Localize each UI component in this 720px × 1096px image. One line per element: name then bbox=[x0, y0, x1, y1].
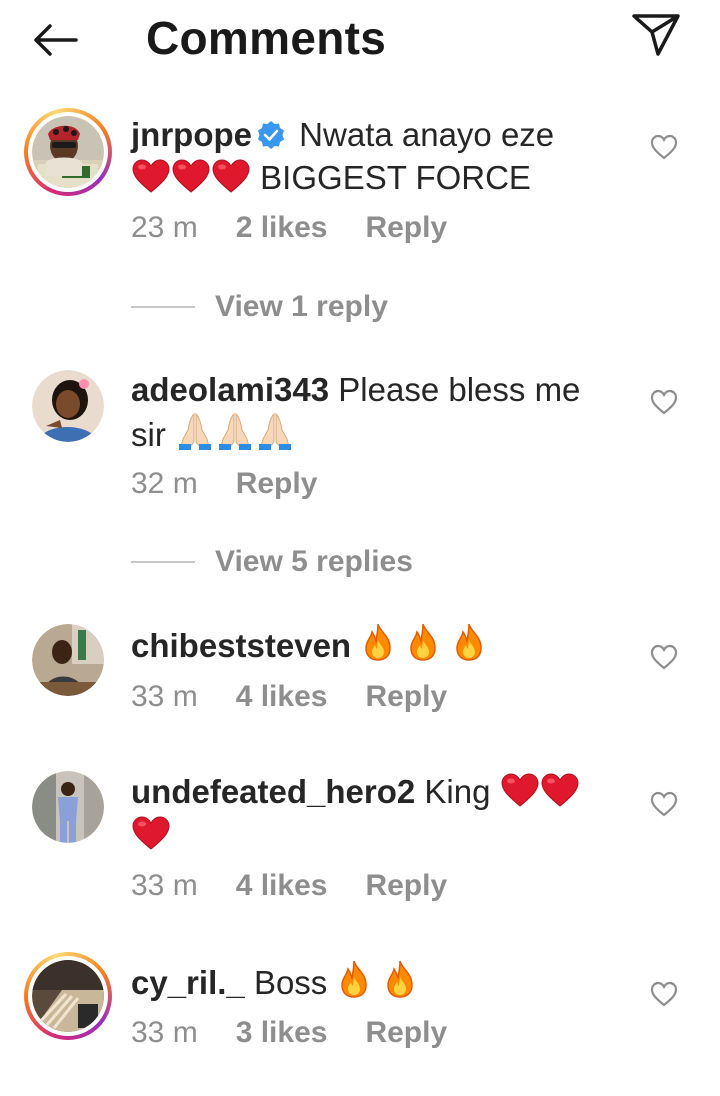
avatar-button[interactable] bbox=[32, 370, 104, 442]
comment-message: Please bless me bbox=[338, 371, 581, 408]
view-replies-label: View 1 reply bbox=[215, 290, 388, 323]
avatar-story-ring[interactable] bbox=[24, 952, 112, 1040]
back-button[interactable] bbox=[28, 18, 84, 62]
comment-username[interactable]: cy_ril._ bbox=[131, 964, 245, 1001]
red-heart-emoji bbox=[540, 772, 580, 808]
reply-button[interactable]: Reply bbox=[365, 869, 447, 902]
comment-time: 33 m bbox=[131, 1016, 198, 1049]
reply-button[interactable]: Reply bbox=[365, 211, 447, 244]
comment-username[interactable]: adeolami343 bbox=[131, 371, 329, 408]
verified-badge-icon bbox=[258, 121, 284, 149]
red-heart-emoji bbox=[131, 815, 171, 851]
paper-plane-icon bbox=[632, 14, 680, 56]
folded-hands-emoji bbox=[215, 411, 255, 451]
comment-time: 23 m bbox=[131, 211, 198, 244]
fire-emoji bbox=[360, 622, 396, 662]
fire-emoji bbox=[336, 959, 372, 999]
avatar bbox=[32, 960, 104, 1032]
avatar-button[interactable] bbox=[32, 624, 104, 696]
folded-hands-emoji bbox=[255, 411, 295, 451]
comment-username[interactable]: chibeststeven bbox=[131, 627, 351, 664]
folded-hands-emoji bbox=[175, 411, 215, 451]
like-heart-icon[interactable] bbox=[650, 981, 678, 1007]
divider bbox=[131, 561, 195, 563]
avatar bbox=[32, 116, 104, 188]
red-heart-emoji bbox=[500, 772, 540, 808]
comment-time: 33 m bbox=[131, 869, 198, 902]
comment-text: adeolami343 Please bless me sir bbox=[131, 368, 621, 456]
comment-message: Boss bbox=[253, 964, 328, 1001]
fire-emoji bbox=[405, 622, 441, 662]
avatar bbox=[32, 370, 104, 442]
view-replies-button[interactable]: View 1 reply bbox=[131, 287, 388, 327]
page-title: Comments bbox=[146, 12, 387, 64]
like-heart-icon[interactable] bbox=[650, 134, 678, 160]
header-bar: Comments bbox=[0, 0, 720, 80]
divider bbox=[131, 306, 195, 308]
comment-likes[interactable]: 2 likes bbox=[236, 211, 328, 244]
like-heart-icon[interactable] bbox=[650, 644, 678, 670]
comment-message-line2: BIGGEST FORCE bbox=[260, 159, 531, 196]
comment-text: cy_ril._ Boss bbox=[131, 959, 621, 1004]
comment-meta: 33 m 4 likes Reply bbox=[131, 677, 485, 717]
comment-message: Nwata anayo eze bbox=[299, 116, 555, 153]
comment-time: 33 m bbox=[131, 680, 198, 713]
comment-likes[interactable]: 4 likes bbox=[236, 869, 328, 902]
view-replies-button[interactable]: View 5 replies bbox=[131, 542, 413, 582]
comment-meta: 23 m 2 likes Reply bbox=[131, 208, 485, 248]
red-heart-emoji bbox=[171, 158, 211, 194]
red-heart-emoji bbox=[211, 158, 251, 194]
comment-username[interactable]: jnrpope bbox=[131, 116, 252, 153]
comment-message-line2: sir bbox=[131, 416, 166, 453]
avatar-story-ring[interactable] bbox=[24, 108, 112, 196]
comment-meta: 33 m 4 likes Reply bbox=[131, 866, 485, 906]
avatar bbox=[32, 771, 104, 843]
avatar-button[interactable] bbox=[32, 771, 104, 843]
comment-meta: 33 m 3 likes Reply bbox=[131, 1013, 485, 1053]
red-heart-emoji bbox=[131, 158, 171, 194]
comment-likes[interactable]: 3 likes bbox=[236, 1016, 328, 1049]
like-heart-icon[interactable] bbox=[650, 791, 678, 817]
view-replies-label: View 5 replies bbox=[215, 545, 413, 578]
fire-emoji bbox=[451, 622, 487, 662]
avatar bbox=[32, 624, 104, 696]
comment-meta: 32 m Reply bbox=[131, 464, 355, 504]
comment-time: 32 m bbox=[131, 467, 198, 500]
comment-message: King bbox=[424, 773, 491, 810]
comment-username[interactable]: undefeated_hero2 bbox=[131, 773, 415, 810]
arrow-left-icon bbox=[34, 24, 78, 56]
send-button[interactable] bbox=[628, 12, 684, 58]
comment-text: jnrpope Nwata anayo eze BIGGEST FORCE bbox=[131, 113, 621, 199]
reply-button[interactable]: Reply bbox=[365, 1016, 447, 1049]
comment-text: undefeated_hero2 King bbox=[131, 770, 621, 856]
comment-text: chibeststeven bbox=[131, 622, 621, 667]
reply-button[interactable]: Reply bbox=[365, 680, 447, 713]
like-heart-icon[interactable] bbox=[650, 389, 678, 415]
comment-likes[interactable]: 4 likes bbox=[236, 680, 328, 713]
reply-button[interactable]: Reply bbox=[236, 467, 318, 500]
fire-emoji bbox=[382, 959, 418, 999]
